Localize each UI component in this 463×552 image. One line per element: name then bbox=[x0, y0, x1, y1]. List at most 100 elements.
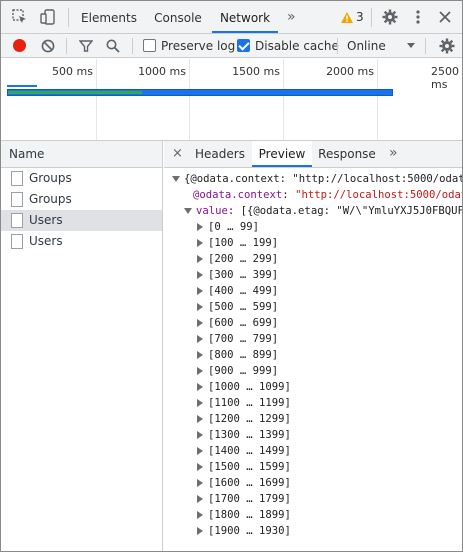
json-range-group[interactable]: [1900 … 1930] bbox=[197, 523, 291, 539]
json-range-group[interactable]: [600 … 699] bbox=[197, 315, 278, 331]
collapsed-triangle-icon[interactable] bbox=[197, 287, 203, 295]
collapsed-triangle-icon[interactable] bbox=[197, 335, 203, 343]
inspect-element-icon[interactable] bbox=[11, 8, 29, 26]
device-toolbar-icon[interactable] bbox=[39, 8, 57, 26]
collapsed-triangle-icon[interactable] bbox=[197, 399, 203, 407]
expanded-triangle-icon[interactable] bbox=[184, 208, 192, 214]
settings-gear-icon[interactable] bbox=[381, 8, 399, 26]
search-icon[interactable] bbox=[104, 37, 122, 55]
request-row[interactable]: Users bbox=[1, 231, 162, 252]
collapsed-triangle-icon[interactable] bbox=[197, 511, 203, 519]
json-range-label: [500 … 599] bbox=[208, 301, 279, 313]
collapsed-triangle-icon[interactable] bbox=[197, 271, 203, 279]
json-range-group[interactable]: [1600 … 1699] bbox=[197, 475, 291, 491]
timeline-request-bar bbox=[8, 91, 142, 94]
tab-elements[interactable]: Elements bbox=[76, 1, 142, 33]
network-settings-gear-icon[interactable] bbox=[438, 37, 456, 55]
json-range-group[interactable]: [1800 … 1899] bbox=[197, 507, 291, 523]
expanded-triangle-icon[interactable] bbox=[172, 176, 180, 182]
json-range-group[interactable]: [1400 … 1499] bbox=[197, 443, 291, 459]
tab-console[interactable]: Console bbox=[147, 1, 209, 33]
network-toolbar: Preserve log Disable cache Online bbox=[1, 34, 462, 58]
request-row[interactable]: Groups bbox=[1, 168, 162, 189]
tab-network[interactable]: Network bbox=[212, 1, 278, 33]
collapsed-triangle-icon[interactable] bbox=[197, 415, 203, 423]
filter-icon[interactable] bbox=[77, 37, 95, 55]
network-overview-timeline[interactable]: 500 ms 1000 ms 1500 ms 2000 ms 2500 ms bbox=[1, 59, 462, 141]
throttling-select[interactable]: Online bbox=[347, 34, 386, 58]
collapsed-triangle-icon[interactable] bbox=[197, 495, 203, 503]
warnings-counter[interactable]: 3 bbox=[341, 10, 364, 24]
json-range-group[interactable]: [1100 … 1199] bbox=[197, 395, 291, 411]
json-range-group[interactable]: [800 … 899] bbox=[197, 347, 278, 363]
devtools-tab-bar: Elements Console Network » 3 bbox=[1, 1, 462, 34]
request-row[interactable]: Users bbox=[1, 210, 162, 231]
json-range-group[interactable]: [200 … 299] bbox=[197, 251, 278, 267]
collapsed-triangle-icon[interactable] bbox=[197, 239, 203, 247]
collapsed-triangle-icon[interactable] bbox=[197, 463, 203, 471]
request-details-pane: × Headers Preview Response » {@odata.con… bbox=[164, 141, 462, 551]
collapsed-triangle-icon[interactable] bbox=[197, 303, 203, 311]
json-key: value bbox=[196, 205, 228, 217]
json-range-group[interactable]: [0 … 99] bbox=[197, 219, 259, 235]
json-range-group[interactable]: [1300 … 1399] bbox=[197, 427, 291, 443]
collapsed-triangle-icon[interactable] bbox=[197, 367, 203, 375]
json-range-group[interactable]: [300 … 399] bbox=[197, 267, 278, 283]
name-column-header[interactable]: Name bbox=[1, 141, 162, 168]
json-range-label: [1300 … 1399] bbox=[208, 429, 291, 441]
close-devtools-icon[interactable] bbox=[436, 8, 454, 26]
tab-headers[interactable]: Headers bbox=[192, 141, 248, 167]
json-range-group[interactable]: [900 … 999] bbox=[197, 363, 278, 379]
record-button[interactable] bbox=[13, 39, 26, 52]
json-range-label: [600 … 699] bbox=[208, 317, 279, 329]
collapsed-triangle-icon[interactable] bbox=[197, 223, 203, 231]
json-range-group[interactable]: [700 … 799] bbox=[197, 331, 278, 347]
json-range-group[interactable]: [1500 … 1599] bbox=[197, 459, 291, 475]
toolbar-divider bbox=[132, 38, 133, 54]
json-range-group[interactable]: [1700 … 1799] bbox=[197, 491, 291, 507]
json-range-label: [1100 … 1199] bbox=[208, 397, 291, 409]
json-range-group[interactable]: [400 … 499] bbox=[197, 283, 278, 299]
document-icon bbox=[11, 192, 23, 207]
json-range-group[interactable]: [500 … 599] bbox=[197, 299, 278, 315]
json-range-group[interactable]: [100 … 199] bbox=[197, 235, 278, 251]
details-tab-bar: × Headers Preview Response » bbox=[164, 141, 462, 168]
more-tabs-chevron-icon[interactable]: » bbox=[287, 1, 296, 33]
disable-cache-checkbox[interactable] bbox=[237, 39, 250, 52]
timeline-gridline bbox=[189, 59, 190, 140]
collapsed-triangle-icon[interactable] bbox=[197, 479, 203, 487]
collapsed-triangle-icon[interactable] bbox=[197, 527, 203, 535]
json-range-label: [1500 … 1599] bbox=[208, 461, 291, 473]
tab-preview[interactable]: Preview bbox=[252, 141, 312, 167]
warnings-count: 3 bbox=[356, 10, 364, 24]
document-icon bbox=[11, 213, 23, 228]
json-range-label: [300 … 399] bbox=[208, 269, 279, 281]
json-range-group[interactable]: [1000 … 1099] bbox=[197, 379, 291, 395]
collapsed-triangle-icon[interactable] bbox=[197, 447, 203, 455]
close-details-icon[interactable]: × bbox=[172, 141, 183, 167]
json-range-label: [1700 … 1799] bbox=[208, 493, 291, 505]
document-icon bbox=[11, 234, 23, 249]
request-row[interactable]: Groups bbox=[1, 189, 162, 210]
preserve-log-checkbox[interactable] bbox=[143, 39, 156, 52]
more-options-kebab-icon[interactable] bbox=[409, 8, 427, 26]
tab-response[interactable]: Response bbox=[316, 141, 378, 167]
timeline-tick-label: 1500 ms bbox=[232, 65, 280, 78]
more-details-tabs-chevron-icon[interactable]: » bbox=[389, 141, 398, 166]
json-range-label: [400 … 499] bbox=[208, 285, 279, 297]
json-range-group[interactable]: [1200 … 1299] bbox=[197, 411, 291, 427]
preserve-log-label[interactable]: Preserve log bbox=[161, 34, 235, 58]
request-name: Groups bbox=[29, 192, 72, 206]
collapsed-triangle-icon[interactable] bbox=[197, 431, 203, 439]
collapsed-triangle-icon[interactable] bbox=[197, 383, 203, 391]
json-property-value[interactable]: value: [{@odata.etag: "W/\"YmluYXJ5J0FBQ… bbox=[184, 203, 462, 219]
json-property-context: @odata.context: "http://localhost:5000/o… bbox=[193, 187, 462, 203]
json-root-line[interactable]: {@odata.context: "http://localhost:5000/… bbox=[172, 171, 462, 187]
disable-cache-label[interactable]: Disable cache bbox=[255, 34, 339, 58]
collapsed-triangle-icon[interactable] bbox=[197, 319, 203, 327]
collapsed-triangle-icon[interactable] bbox=[197, 351, 203, 359]
clear-icon[interactable] bbox=[39, 37, 57, 55]
request-name: Users bbox=[29, 234, 63, 248]
throttling-dropdown-arrow-icon[interactable] bbox=[407, 43, 415, 48]
collapsed-triangle-icon[interactable] bbox=[197, 255, 203, 263]
